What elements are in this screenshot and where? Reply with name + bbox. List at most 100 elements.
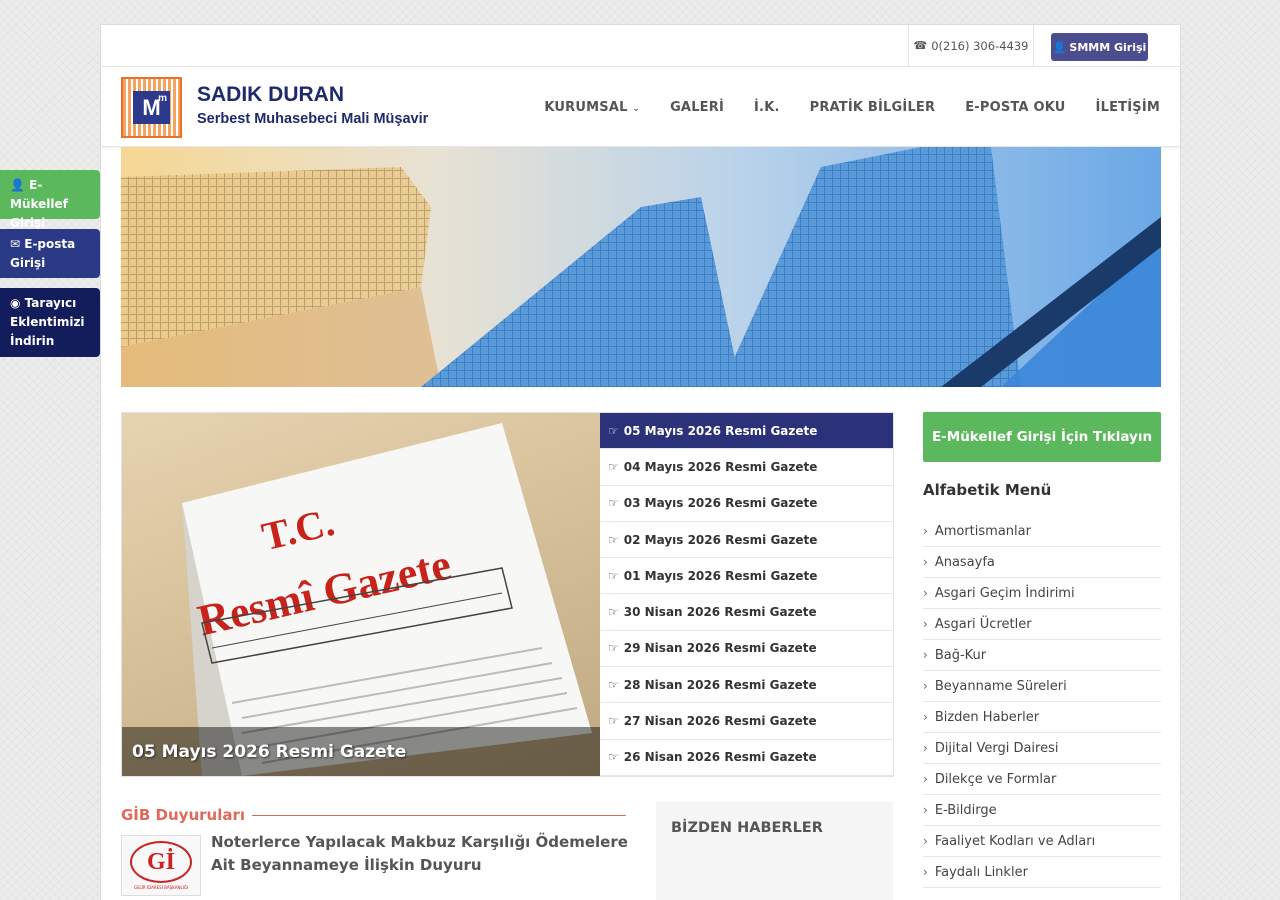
menu-item-label: E-Bildirge — [934, 802, 997, 818]
hand-pointer-icon: ☞ — [608, 568, 619, 583]
user-icon: 👤 — [10, 178, 25, 192]
phone-contact[interactable]: ☎ 0(216) 306-4439 — [908, 25, 1034, 66]
chevron-right-icon: › — [923, 679, 928, 693]
gazette-item-label: 30 Nisan 2026 Resmi Gazete — [623, 605, 817, 620]
smmm-login-button[interactable]: 👤 SMMM Girişi — [1051, 33, 1148, 61]
alfabetik-menu-item[interactable]: › Faaliyet Kodları ve Adları — [923, 826, 1161, 857]
bizden-haberler-panel: BİZDEN HABERLER — [656, 802, 893, 900]
gazette-item-label: 01 Mayıs 2026 Resmi Gazete — [623, 568, 818, 583]
gazette-list-item[interactable]: ☞ 29 Nisan 2026 Resmi Gazete — [600, 631, 893, 668]
gazette-list-item[interactable]: ☞ 04 Mayıs 2026 Resmi Gazete — [600, 449, 893, 486]
slide-image[interactable]: T.C. Resmî Gazete 05 Mayıs 2026 Resmi Ga… — [122, 413, 600, 776]
gib-announcements-header: GİB Duyuruları — [121, 806, 626, 824]
menu-item-label: Dijital Vergi Dairesi — [934, 740, 1059, 756]
nav-item-pratik-bilgiler[interactable]: PRATİK BİLGİLER — [810, 100, 936, 115]
menu-item-label: Bağ-Kur — [934, 647, 987, 663]
gazette-list-item[interactable]: ☞ 05 Mayıs 2026 Resmi Gazete — [600, 413, 893, 450]
hand-pointer-icon: ☞ — [608, 459, 619, 474]
menu-item-label: Dilekçe ve Formlar — [934, 771, 1057, 787]
smmm-login-label: SMMM Girişi — [1069, 40, 1147, 54]
hand-pointer-icon: ☞ — [608, 750, 619, 765]
alfabetik-menu-item[interactable]: › Dijital Vergi Dairesi — [923, 733, 1161, 764]
brand-subtitle: Serbest Muhasebeci Mali Müşavir — [197, 111, 429, 127]
chevron-right-icon: › — [923, 865, 928, 879]
hand-pointer-icon: ☞ — [608, 677, 619, 692]
browser-extension-float-button[interactable]: ◉ Tarayıcı Eklentimizi İndirin — [0, 288, 100, 357]
alfabetik-menu-item[interactable]: › Bizden Haberler — [923, 702, 1161, 733]
gib-news-title[interactable]: Noterlerce Yapılacak Makbuz Karşılığı Öd… — [211, 831, 631, 877]
float-button-label: Tarayıcı Eklentimizi İndirin — [10, 296, 85, 348]
gazette-item-label: 28 Nisan 2026 Resmi Gazete — [623, 677, 817, 692]
chevron-right-icon: › — [923, 648, 928, 662]
float-button-label: E-posta Girişi — [10, 237, 76, 270]
hand-pointer-icon: ☞ — [608, 714, 619, 729]
alfabetik-menu-list: › Amortismanlar › Anasayfa › Asgari Geçim İ… — [923, 516, 1161, 888]
alfabetik-menu-item[interactable]: › Anasayfa — [923, 547, 1161, 578]
menu-item-label: Asgari Geçim İndirimi — [934, 585, 1075, 601]
hand-pointer-icon: ☞ — [608, 605, 619, 620]
slide-caption[interactable]: 05 Mayıs 2026 Resmi Gazete — [122, 727, 600, 776]
site-header: M m SADIK DURAN Serbest Muhasebeci Mali … — [101, 67, 1180, 147]
gazette-list-item[interactable]: ☞ 03 Mayıs 2026 Resmi Gazete — [600, 486, 893, 522]
logo-mark: M m — [133, 91, 170, 124]
gib-news-thumbnail[interactable]: Gİ GELİR İDARESİ BAŞKANLIĞI — [121, 835, 201, 896]
gib-logo-icon: Gİ — [130, 841, 192, 883]
nav-item-galeri[interactable]: GALERİ — [670, 100, 724, 115]
chevron-right-icon: › — [923, 710, 928, 724]
chevron-right-icon: › — [923, 803, 928, 817]
gazette-list-item[interactable]: ☞ 01 Mayıs 2026 Resmi Gazete — [600, 558, 893, 595]
gazette-list-item[interactable]: ☞ 27 Nisan 2026 Resmi Gazete — [600, 703, 893, 740]
alfabetik-menu-item[interactable]: › Amortismanlar — [923, 516, 1161, 547]
hand-pointer-icon: ☞ — [608, 532, 619, 547]
gazette-item-label: 05 Mayıs 2026 Resmi Gazete — [623, 423, 818, 438]
gazette-item-label: 27 Nisan 2026 Resmi Gazete — [623, 714, 817, 729]
top-bar: ☎ 0(216) 306-4439 👤 SMMM Girişi — [101, 25, 1180, 67]
gazette-item-label: 02 Mayıs 2026 Resmi Gazete — [623, 532, 818, 547]
nav-item-eposta-oku[interactable]: E-POSTA OKU — [965, 100, 1065, 115]
chevron-right-icon: › — [923, 555, 928, 569]
gazette-item-label: 04 Mayıs 2026 Resmi Gazete — [623, 459, 818, 474]
gazette-list-item[interactable]: ☞ 26 Nisan 2026 Resmi Gazete — [600, 740, 893, 776]
emukellef-login-float-button[interactable]: 👤 E-Mükellef Girişi — [0, 170, 100, 230]
alfabetik-menu-item[interactable]: › Bağ-Kur — [923, 640, 1161, 671]
chevron-right-icon: › — [923, 524, 928, 538]
nav-item-kurumsal[interactable]: KURUMSAL ⌄ — [544, 100, 640, 115]
emukellef-login-button[interactable]: E-Mükellef Girişi İçin Tıklayın — [923, 412, 1161, 462]
gazette-list-item[interactable]: ☞ 02 Mayıs 2026 Resmi Gazete — [600, 522, 893, 559]
hero-banner — [121, 147, 1161, 387]
alfabetik-menu-item[interactable]: › Faydalı Linkler — [923, 857, 1161, 888]
hand-pointer-icon: ☞ — [608, 641, 619, 656]
gazette-list-item[interactable]: ☞ 30 Nisan 2026 Resmi Gazete — [600, 594, 893, 631]
gazette-item-label: 26 Nisan 2026 Resmi Gazete — [623, 750, 817, 765]
menu-item-label: Anasayfa — [934, 554, 995, 570]
menu-item-label: Amortismanlar — [934, 523, 1031, 539]
gazette-item-label: 03 Mayıs 2026 Resmi Gazete — [623, 496, 818, 511]
nav-item-ik[interactable]: İ.K. — [754, 100, 780, 115]
header-divider — [252, 814, 626, 816]
alfabetik-menu-item[interactable]: › Beyanname Süreleri — [923, 671, 1161, 702]
gazette-list: ☞ 05 Mayıs 2026 Resmi Gazete ☞ 04 Mayıs 20… — [600, 413, 893, 776]
brand-name[interactable]: SADIK DURAN — [197, 83, 344, 107]
chevron-right-icon: › — [923, 834, 928, 848]
bizden-haberler-title: BİZDEN HABERLER — [671, 820, 823, 836]
site-logo[interactable]: M m — [121, 77, 182, 138]
alfabetik-menu-item[interactable]: › Dilekçe ve Formlar — [923, 764, 1161, 795]
menu-item-label: Faaliyet Kodları ve Adları — [934, 833, 1096, 849]
chevron-right-icon: › — [923, 741, 928, 755]
gazette-slider: T.C. Resmî Gazete 05 Mayıs 2026 Resmi Ga… — [121, 412, 894, 777]
alfabetik-menu-item[interactable]: › E-Bildirge — [923, 795, 1161, 826]
phone-number: 0(216) 306-4439 — [931, 38, 1029, 53]
gib-logo-caption: GELİR İDARESİ BAŞKANLIĞI — [133, 885, 189, 890]
gazette-list-item[interactable]: ☞ 28 Nisan 2026 Resmi Gazete — [600, 667, 893, 704]
eposta-login-float-button[interactable]: ✉ E-posta Girişi — [0, 229, 100, 278]
user-icon: 👤 — [1052, 40, 1067, 54]
envelope-icon: ✉ — [10, 237, 21, 251]
chevron-down-icon: ⌄ — [632, 103, 641, 114]
nav-item-iletisim[interactable]: İLETİŞİM — [1096, 100, 1160, 115]
alfabetik-menu-item[interactable]: › Asgari Ücretler — [923, 609, 1161, 640]
chevron-right-icon: › — [923, 586, 928, 600]
gazette-item-label: 29 Nisan 2026 Resmi Gazete — [623, 641, 817, 656]
alfabetik-menu-item[interactable]: › Asgari Geçim İndirimi — [923, 578, 1161, 609]
menu-item-label: Beyanname Süreleri — [934, 678, 1067, 694]
phone-icon: ☎ — [913, 39, 928, 52]
